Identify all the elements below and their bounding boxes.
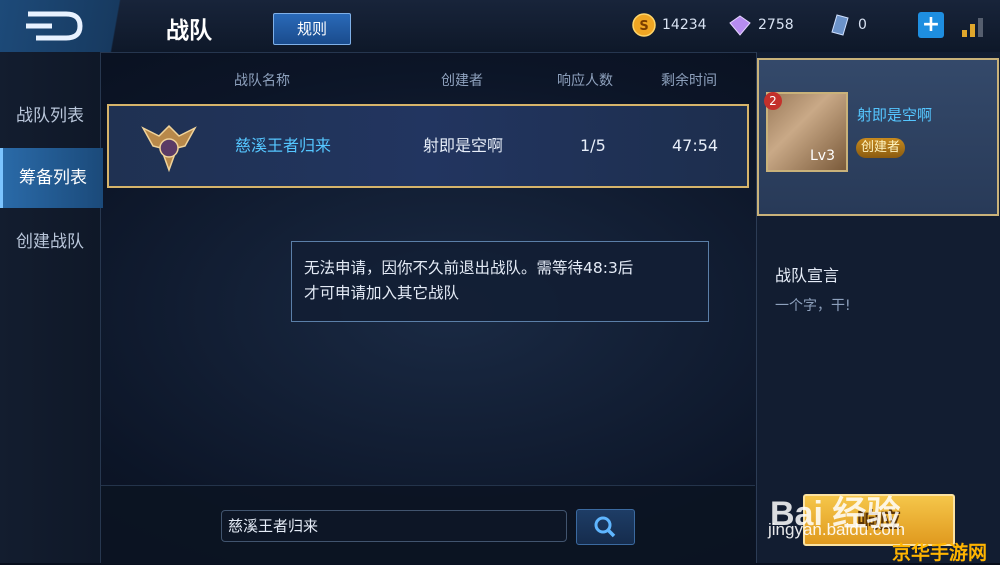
column-header-responses: 响应人数 <box>557 73 613 89</box>
back-button[interactable] <box>0 0 140 52</box>
sidebar: 战队列表 筹备列表 创建战队 <box>0 52 103 563</box>
column-header-time-left: 剩余时间 <box>661 73 717 89</box>
diamond-icon <box>729 15 751 36</box>
message-line-1: 无法申请，因你不久前退出战队。需等待48:3后 <box>304 259 634 277</box>
svg-text:S: S <box>639 19 648 34</box>
voucher-value: 0 <box>858 17 867 33</box>
watermark-url: jingyan.baidu.com <box>768 520 906 539</box>
crystal-voucher-icon <box>831 14 849 36</box>
page-title: 战队 <box>166 18 212 44</box>
sidebar-item-create-team[interactable]: 创建战队 <box>0 212 100 272</box>
team-creator: 射即是空啊 <box>423 136 504 155</box>
column-header-creator: 创建者 <box>441 73 483 89</box>
add-currency-button[interactable]: + <box>918 12 944 38</box>
sidebar-item-team-list[interactable]: 战队列表 <box>0 86 100 146</box>
leader-level: Lv3 <box>810 148 835 164</box>
declaration-text: 一个字，干! <box>775 298 851 314</box>
diamond-counter: 2758 <box>728 13 794 37</box>
diamond-value: 2758 <box>758 17 794 33</box>
voucher-counter: 0 <box>828 13 867 37</box>
rank-badge: 2 <box>764 92 782 110</box>
team-emblem-icon <box>141 124 197 173</box>
error-message-toast: 无法申请，因你不久前退出战队。需等待48:3后 才可申请加入其它战队 <box>291 241 709 322</box>
site-watermark: 京华手游网 <box>892 542 988 564</box>
team-time-left: 47:54 <box>672 136 719 155</box>
gold-value: 14234 <box>662 17 707 33</box>
team-responses: 1/5 <box>580 136 606 155</box>
column-header-team-name: 战队名称 <box>234 73 290 89</box>
declaration-title: 战队宣言 <box>775 266 840 285</box>
back-arrow-icon <box>26 11 83 41</box>
leader-name: 射即是空啊 <box>857 106 933 124</box>
team-name: 慈溪王者归来 <box>235 136 332 155</box>
gold-counter: S 14234 <box>632 13 707 37</box>
rules-button[interactable]: 规则 <box>273 13 351 45</box>
search-button[interactable] <box>576 509 635 545</box>
search-icon <box>594 516 616 538</box>
signal-strength-icon <box>962 18 983 37</box>
table-row[interactable]: 慈溪王者归来 射即是空啊 1/5 47:54 <box>107 104 749 188</box>
message-line-2: 才可申请加入其它战队 <box>304 284 460 302</box>
creator-tag: 创建者 <box>856 138 906 158</box>
gold-coin-icon: S <box>632 13 656 37</box>
search-input[interactable]: 慈溪王者归来 <box>221 510 567 542</box>
sidebar-item-preparation-list[interactable]: 筹备列表 <box>0 148 103 208</box>
